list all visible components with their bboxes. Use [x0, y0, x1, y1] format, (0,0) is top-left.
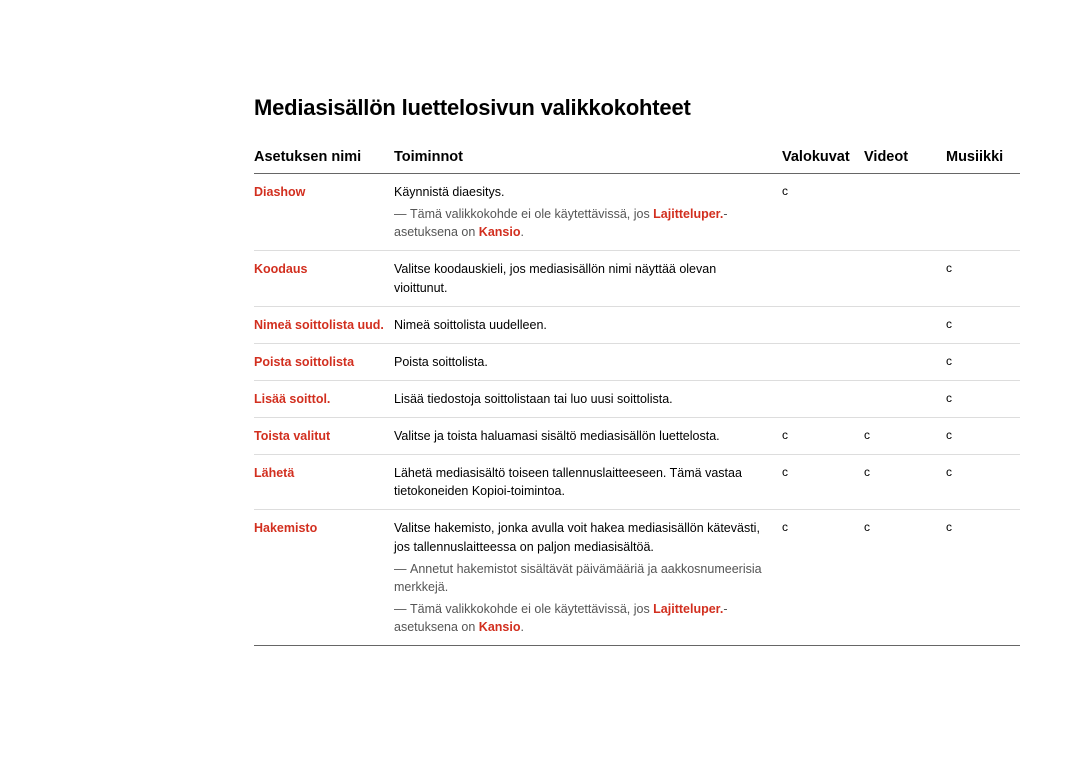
note-pre: Tämä valikkokohde ei ole käytettävissä, …: [410, 207, 653, 221]
check-photos: [782, 260, 864, 296]
setting-name: Diashow: [254, 183, 394, 241]
setting-func: Käynnistä diaesitys. ―Tämä valikkokohde …: [394, 183, 782, 241]
setting-name: Poista soittolista: [254, 353, 394, 371]
check-videos: [864, 183, 946, 241]
setting-func: Nimeä soittolista uudelleen.: [394, 316, 782, 334]
note-text: Annetut hakemistot sisältävät päivämääri…: [394, 562, 762, 594]
check-photos: [782, 390, 864, 408]
check-music: c: [946, 427, 1028, 445]
setting-func: Valitse ja toista haluamasi sisältö medi…: [394, 427, 782, 445]
note-hl: Lajitteluper.: [653, 602, 723, 616]
header-music: Musiikki: [946, 149, 1028, 165]
table-row: Nimeä soittolista uud. Nimeä soittolista…: [254, 307, 1020, 344]
check-music: c: [946, 519, 1028, 636]
setting-name: Toista valitut: [254, 427, 394, 445]
setting-name: Koodaus: [254, 260, 394, 296]
check-videos: c: [864, 464, 946, 500]
note-post: .: [520, 620, 523, 634]
check-videos: [864, 260, 946, 296]
check-photos: c: [782, 427, 864, 445]
check-photos: [782, 353, 864, 371]
dash-icon: ―: [394, 205, 410, 223]
note: ―Tämä valikkokohde ei ole käytettävissä,…: [394, 600, 772, 636]
check-music: c: [946, 316, 1028, 334]
check-photos: c: [782, 519, 864, 636]
table-row: Hakemisto Valitse hakemisto, jonka avull…: [254, 510, 1020, 646]
setting-func: Poista soittolista.: [394, 353, 782, 371]
table-row: Lähetä Lähetä mediasisältö toiseen talle…: [254, 455, 1020, 510]
note: ―Tämä valikkokohde ei ole käytettävissä,…: [394, 205, 772, 241]
note-post: .: [520, 225, 523, 239]
check-videos: c: [864, 427, 946, 445]
check-photos: [782, 316, 864, 334]
check-videos: [864, 390, 946, 408]
header-name: Asetuksen nimi: [254, 149, 394, 165]
setting-func: Lähetä mediasisältö toiseen tallennuslai…: [394, 464, 782, 500]
note: ―Annetut hakemistot sisältävät päivämäär…: [394, 560, 772, 596]
desc-text: Valitse hakemisto, jonka avulla voit hak…: [394, 521, 760, 553]
check-photos: c: [782, 183, 864, 241]
note-hl: Kansio: [479, 225, 521, 239]
table-header-row: Asetuksen nimi Toiminnot Valokuvat Video…: [254, 149, 1020, 174]
check-videos: c: [864, 519, 946, 636]
document-page: Mediasisällön luettelosivun valikkokohte…: [0, 0, 1080, 646]
desc-text: Käynnistä diaesitys.: [394, 185, 504, 199]
dash-icon: ―: [394, 560, 410, 578]
note-hl: Kansio: [479, 620, 521, 634]
page-title: Mediasisällön luettelosivun valikkokohte…: [254, 95, 1020, 121]
note-hl: Lajitteluper.: [653, 207, 723, 221]
header-func: Toiminnot: [394, 149, 782, 165]
setting-func: Valitse koodauskieli, jos mediasisällön …: [394, 260, 782, 296]
check-music: c: [946, 464, 1028, 500]
table-row: Koodaus Valitse koodauskieli, jos medias…: [254, 251, 1020, 306]
table-row: Toista valitut Valitse ja toista haluama…: [254, 418, 1020, 455]
table-row: Lisää soittol. Lisää tiedostoja soittoli…: [254, 381, 1020, 418]
setting-name: Nimeä soittolista uud.: [254, 316, 394, 334]
setting-name: Lähetä: [254, 464, 394, 500]
table-row: Poista soittolista Poista soittolista. c: [254, 344, 1020, 381]
check-photos: c: [782, 464, 864, 500]
check-videos: [864, 316, 946, 334]
note-pre: Tämä valikkokohde ei ole käytettävissä, …: [410, 602, 653, 616]
check-music: c: [946, 353, 1028, 371]
dash-icon: ―: [394, 600, 410, 618]
check-music: [946, 183, 1028, 241]
table-row: Diashow Käynnistä diaesitys. ―Tämä valik…: [254, 174, 1020, 251]
header-videos: Videot: [864, 149, 946, 165]
header-photos: Valokuvat: [782, 149, 864, 165]
setting-name: Lisää soittol.: [254, 390, 394, 408]
setting-func: Lisää tiedostoja soittolistaan tai luo u…: [394, 390, 782, 408]
setting-func: Valitse hakemisto, jonka avulla voit hak…: [394, 519, 782, 636]
check-music: c: [946, 390, 1028, 408]
check-music: c: [946, 260, 1028, 296]
setting-name: Hakemisto: [254, 519, 394, 636]
check-videos: [864, 353, 946, 371]
